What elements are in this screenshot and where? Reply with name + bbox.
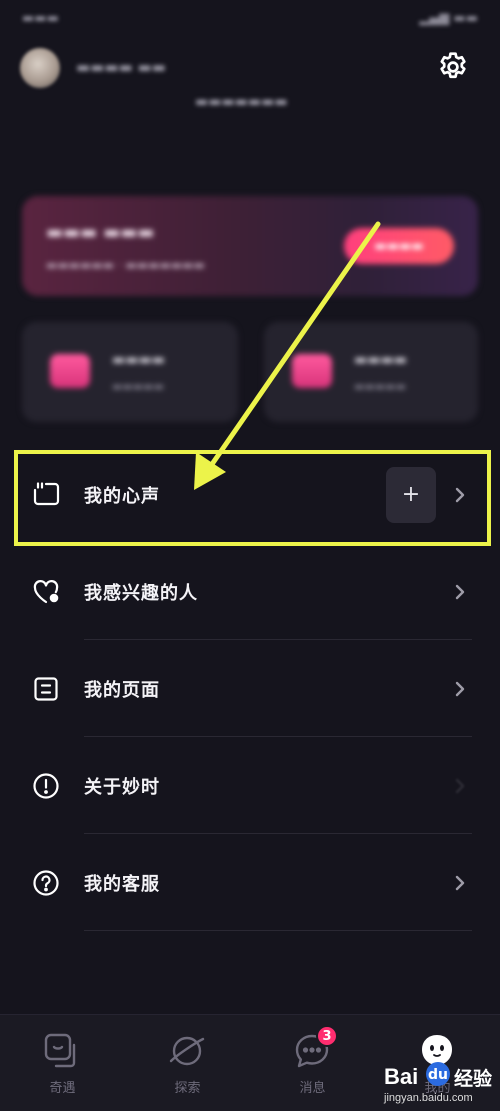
menu-item-label: 我感兴趣的人 — [84, 582, 198, 604]
vip-open-button[interactable]: ▬▬▬▬ — [344, 228, 454, 264]
paw-logo-icon: du — [426, 1062, 450, 1086]
watermark: Bai du 经验 jingyan.baidu.com — [384, 1034, 500, 1111]
tab-messages[interactable]: 3 消息 — [250, 1015, 375, 1111]
menu-item-label: 关于妙时 — [84, 776, 160, 798]
unread-badge: 3 — [316, 1025, 338, 1047]
mini-card-left-sub-blurred: ▬▬▬▬▬ — [112, 380, 164, 393]
planet-icon — [169, 1036, 205, 1066]
encounter-icon — [44, 1033, 76, 1068]
signature-blurred: ▬▬▬▬▬▬▬ — [195, 94, 288, 110]
mini-card-right-label-blurred: ▬▬▬▬ — [354, 352, 407, 368]
chevron-right-icon — [455, 778, 465, 793]
status-time: ▬▬▬ — [22, 10, 59, 26]
mini-card-left-label-blurred: ▬▬▬▬ — [112, 352, 165, 368]
help-question-icon — [30, 867, 62, 899]
heart-card-icon — [292, 354, 332, 388]
mini-card-right-sub-blurred: ▬▬▬▬▬ — [354, 380, 406, 393]
vip-desc-blurred: ▬▬▬▬▬▬ · ▬▬▬▬▬▬▬ — [46, 258, 205, 272]
heart-plus-icon — [30, 576, 62, 608]
menu-list: 我的心声 + 我感兴趣的人 我的页面 关于妙时 我的客服 — [0, 446, 500, 931]
menu-item-label: 我的心声 — [84, 485, 160, 507]
tab-label: 奇遇 — [49, 1081, 76, 1096]
profile-header: ▬▬▬▬ ▬▬ ▬▬▬▬▬▬▬ — [0, 38, 500, 128]
vip-card[interactable]: ▬▬▬ ▬▬▬ ▬▬▬▬▬▬ · ▬▬▬▬▬▬▬ ▬▬▬▬ — [22, 196, 478, 296]
info-exclamation-icon — [30, 770, 62, 802]
menu-item-label: 我的页面 — [84, 679, 160, 701]
menu-item-customer-service[interactable]: 我的客服 — [0, 834, 500, 931]
add-voice-button[interactable]: + — [386, 466, 436, 523]
username-blurred: ▬▬▬▬ ▬▬ — [76, 58, 166, 76]
status-bar: ▬▬▬ ▂▄▆ ▬▬ — [0, 0, 500, 36]
watermark-brand: Bai — [384, 1064, 419, 1089]
tab-explore[interactable]: 探索 — [125, 1015, 250, 1111]
page-icon — [30, 673, 62, 705]
chevron-right-icon — [455, 681, 465, 696]
status-icons: ▂▄▆ ▬▬ — [419, 10, 478, 26]
menu-item-interested-people[interactable]: 我感兴趣的人 — [0, 543, 500, 640]
settings-gear-icon[interactable] — [436, 50, 470, 84]
svg-text:du: du — [428, 1067, 448, 1083]
menu-item-about[interactable]: 关于妙时 — [0, 737, 500, 834]
divider — [84, 930, 472, 931]
menu-item-label: 我的客服 — [84, 873, 160, 895]
watermark-suffix: 经验 — [454, 1068, 493, 1090]
chevron-right-icon — [455, 487, 465, 502]
tab-encounter[interactable]: 奇遇 — [0, 1015, 125, 1111]
tab-label: 消息 — [299, 1081, 326, 1096]
watermark-url: jingyan.baidu.com — [384, 1092, 473, 1104]
mini-card-right[interactable]: ▬▬▬▬ ▬▬▬▬▬ — [264, 322, 478, 422]
tab-label: 探索 — [174, 1081, 201, 1096]
avatar[interactable] — [20, 48, 60, 88]
gift-icon — [50, 354, 90, 388]
chevron-right-icon — [455, 875, 465, 890]
menu-item-my-voice[interactable]: 我的心声 + — [0, 446, 500, 543]
quote-bubble-icon — [30, 479, 62, 511]
mini-card-left[interactable]: ▬▬▬▬ ▬▬▬▬▬ — [22, 322, 238, 422]
chevron-right-icon — [455, 584, 465, 599]
menu-item-my-page[interactable]: 我的页面 — [0, 640, 500, 737]
vip-title-blurred: ▬▬▬ ▬▬▬ — [46, 222, 155, 243]
